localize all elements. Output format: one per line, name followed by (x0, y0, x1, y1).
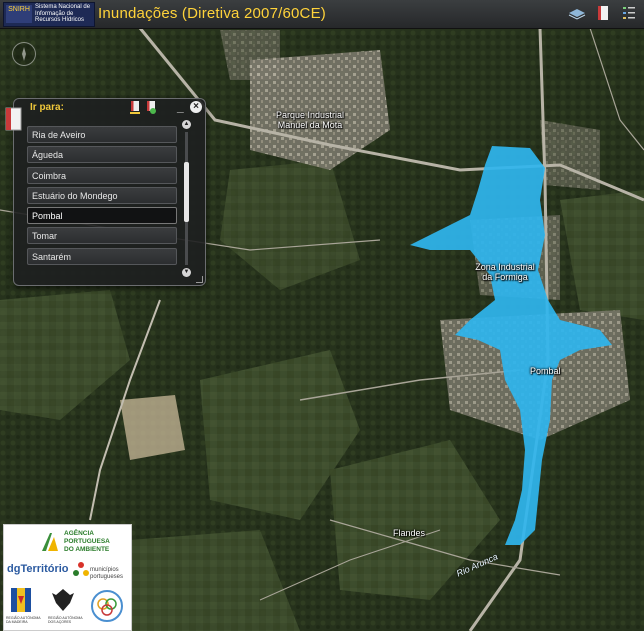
layers-icon[interactable] (568, 3, 586, 23)
panel-header: Ir para: _ × (14, 99, 205, 117)
label-flandes: Flandes (393, 528, 426, 538)
madeira-logo-text: REGIÃO AUTÓNOMA DA MADEIRA (6, 616, 41, 624)
partner-logos: AGÊNCIA PORTUGUESA DO AMBIENTE dgTerritó… (3, 524, 132, 631)
list-item-santarem[interactable]: Santarém (27, 247, 177, 265)
acores-logo-icon (52, 589, 74, 611)
bookmarks-icon[interactable] (594, 3, 612, 23)
panel-title: Ir para: (30, 102, 64, 113)
snirh-logo-badge: SNIRH (6, 5, 32, 23)
legend-icon[interactable] (620, 3, 638, 23)
list-item-agueda[interactable]: Águeda (27, 146, 177, 164)
apa-line2: PORTUGUESA (64, 538, 110, 545)
snirh-logo[interactable]: SNIRH Sistema Nacional de Informação de … (3, 2, 95, 27)
madeira-logo-icon (11, 588, 31, 612)
list-item-coimbra[interactable]: Coimbra (27, 166, 177, 184)
compass-icon[interactable] (12, 42, 36, 66)
scroll-thumb[interactable] (184, 162, 189, 222)
label-parque-industrial: Parque Industrial Manuel da Mota (275, 110, 345, 130)
minimize-button[interactable]: _ (177, 100, 184, 114)
apa-line3: DO AMBIENTE (64, 546, 110, 553)
panel-book-icon[interactable] (2, 106, 24, 132)
top-bar: SNIRH Sistema Nacional de Informação de … (0, 0, 644, 29)
add-bookmark-icon[interactable] (146, 101, 156, 119)
scroll-down-icon[interactable]: ▼ (182, 268, 191, 277)
list-item-estuario-do-mondego[interactable]: Estuário do Mondego (27, 186, 177, 204)
snirh-logo-text: Sistema Nacional de Informação de Recurs… (35, 4, 91, 23)
list-item-ria-de-aveiro[interactable]: Ria de Aveiro (27, 126, 177, 143)
label-pombal: Pombal (530, 366, 561, 376)
dgt-logo: dgTerritório (7, 563, 69, 575)
list-item-tomar[interactable]: Tomar (27, 227, 177, 245)
bookmark-list-icon[interactable] (130, 101, 140, 119)
scroll-up-icon[interactable]: ▲ (182, 120, 191, 129)
list-item-pombal[interactable]: Pombal (27, 207, 177, 225)
list-scrollbar[interactable]: ▲ ▼ (182, 120, 191, 277)
anmp-logo-icon (73, 562, 89, 576)
goto-panel: Ir para: _ × Ria de Aveiro Águeda Coimbr… (13, 98, 206, 286)
toolbar (568, 3, 638, 23)
acores-logo-text: REGIÃO AUTÓNOMA DOS AÇORES (48, 616, 83, 624)
resize-grip-icon[interactable] (196, 276, 203, 283)
apa-logo-icon (42, 533, 58, 551)
close-button[interactable]: × (190, 101, 202, 113)
location-list: Ria de Aveiro Águeda Coimbra Estuário do… (27, 126, 179, 268)
cooperation-emblem-icon (91, 590, 123, 622)
label-zona-industrial: Zona Industrial da Formiga (475, 262, 535, 282)
app-title: Inundações (Diretiva 2007/60CE) (98, 5, 326, 22)
anmp-logo-text: municípios portugueses (90, 567, 124, 580)
apa-line1: AGÊNCIA (64, 530, 94, 537)
